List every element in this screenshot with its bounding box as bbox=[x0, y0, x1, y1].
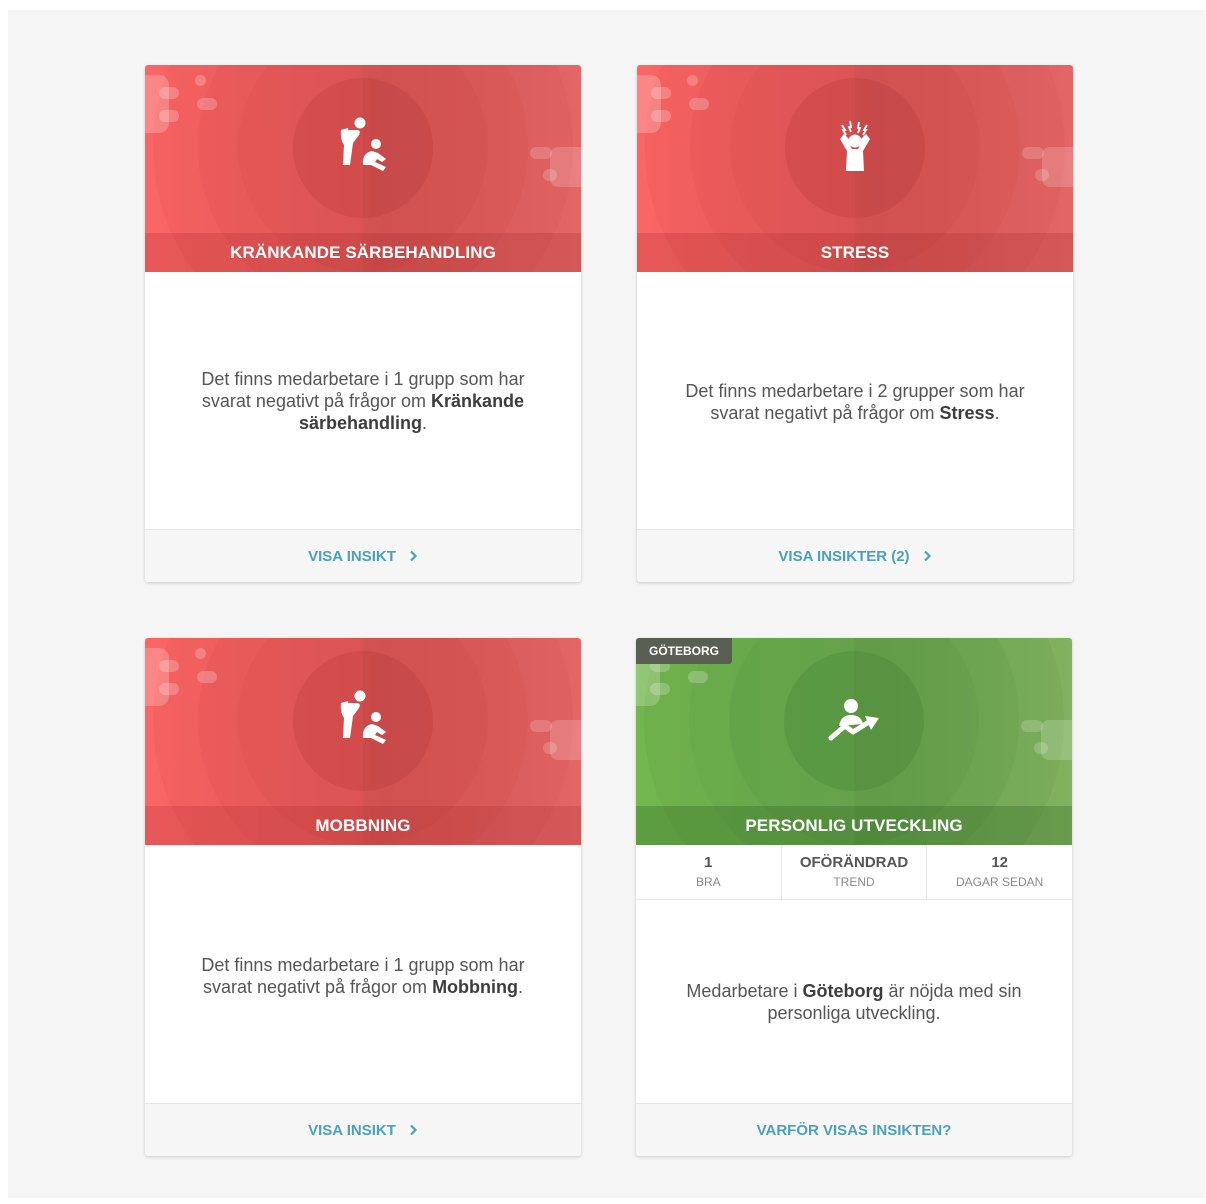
card-description: Det finns medarbetare i 1 grupp som har … bbox=[201, 369, 525, 433]
stats-row: 1 BRA OFÖRÄNDRAD TREND 12 DAGAR SEDAN bbox=[636, 845, 1072, 900]
card-description: Medarbetare i Göteborg är nöjda med sin … bbox=[686, 981, 1022, 1023]
show-insight-button[interactable]: VISA INSIKT bbox=[145, 529, 581, 582]
stat-days-ago: 12 DAGAR SEDAN bbox=[956, 854, 1044, 889]
stat-good: 1 BRA bbox=[636, 845, 782, 899]
insight-card-harassment: KRÄNKANDE SÄRBEHANDLING Det finns medarb… bbox=[145, 65, 581, 582]
show-insight-button[interactable]: VISA INSIKT bbox=[145, 1103, 581, 1156]
insight-card-personal-development: GÖTEBORG PERSONLIG UTVECKLING 1 BRA OFÖR… bbox=[636, 638, 1072, 1156]
show-insights-button[interactable]: VISA INSIKTER (2) bbox=[637, 529, 1073, 582]
card-hero: GÖTEBORG PERSONLIG UTVECKLING bbox=[636, 638, 1072, 845]
card-title: STRESS bbox=[637, 233, 1073, 272]
card-title: KRÄNKANDE SÄRBEHANDLING bbox=[145, 233, 581, 272]
why-shown-link[interactable]: VARFÖR VISAS INSIKTEN? bbox=[636, 1103, 1072, 1156]
personal-growth-icon bbox=[828, 699, 879, 741]
card-description: Det finns medarbetare i 1 grupp som har … bbox=[201, 955, 525, 997]
card-hero: KRÄNKANDE SÄRBEHANDLING bbox=[145, 65, 581, 272]
card-title: MOBBNING bbox=[145, 806, 581, 845]
insight-card-bullying: MOBBNING Det finns medarbetare i 1 grupp… bbox=[145, 638, 581, 1156]
card-hero: MOBBNING bbox=[145, 638, 581, 845]
card-hero: STRESS bbox=[637, 65, 1073, 272]
location-tag: GÖTEBORG bbox=[636, 638, 733, 664]
stress-icon bbox=[840, 120, 870, 171]
chevron-right-icon bbox=[923, 550, 931, 562]
stat-trend: OFÖRÄNDRAD TREND bbox=[782, 845, 928, 899]
insight-card-stress: STRESS Det finns medarbetare i 2 grupper… bbox=[637, 65, 1073, 582]
chevron-right-icon bbox=[410, 550, 417, 562]
harassment-icon bbox=[340, 117, 386, 171]
card-description: Det finns medarbetare i 2 grupper som ha… bbox=[685, 381, 1025, 423]
card-title: PERSONLIG UTVECKLING bbox=[636, 806, 1072, 845]
chevron-right-icon bbox=[410, 1124, 417, 1136]
harassment-icon bbox=[340, 690, 386, 744]
insights-grid: KRÄNKANDE SÄRBEHANDLING Det finns medarb… bbox=[8, 10, 1205, 1198]
